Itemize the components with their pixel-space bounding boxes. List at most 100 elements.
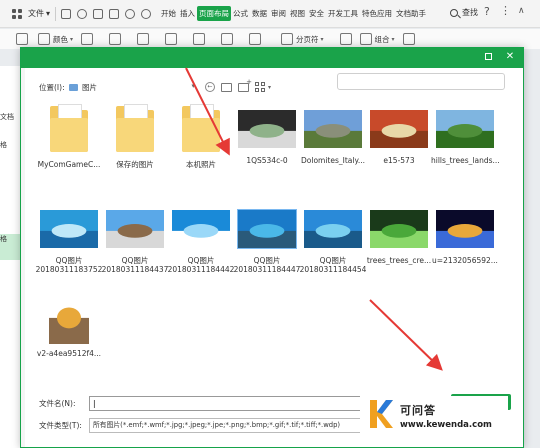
file-name: hills_trees_lands...: [431, 156, 499, 165]
color-icon[interactable]: [38, 33, 50, 45]
file-item[interactable]: 保存的图片: [101, 104, 169, 169]
save-icon[interactable]: [61, 8, 72, 19]
chevron-down-icon: ▾: [391, 35, 395, 43]
file-item[interactable]: QQ图片 20180311184447: [233, 204, 301, 274]
file-menu-label: 文件: [28, 9, 44, 18]
file-item[interactable]: 本机照片: [167, 104, 235, 169]
location-select[interactable]: 图片 ▾: [69, 81, 195, 93]
size-icon[interactable]: [165, 33, 178, 45]
tab-6[interactable]: 视图: [288, 6, 307, 21]
image-thumbnail: [237, 209, 297, 249]
file-item[interactable]: QQ图片 20180311184454: [299, 204, 367, 274]
search-label: 查找: [462, 8, 478, 17]
maximize-icon[interactable]: [481, 50, 495, 64]
rotate-icon[interactable]: [402, 33, 415, 45]
sidebar-label: 文档: [0, 113, 14, 121]
tab-5[interactable]: 审阅: [269, 6, 288, 21]
tab-7[interactable]: 安全: [307, 6, 326, 21]
app-search[interactable]: 查找: [450, 7, 478, 18]
file-name-line2: 20180311184447: [233, 265, 301, 274]
app-grid-icon[interactable]: [12, 8, 22, 19]
new-folder-icon[interactable]: [238, 78, 252, 92]
print-icon[interactable]: [93, 8, 104, 19]
color-button-label[interactable]: 颜色: [53, 34, 68, 45]
folder-icon: [50, 104, 88, 152]
tab-3[interactable]: 公式: [231, 6, 250, 21]
orientation-icon[interactable]: [137, 33, 150, 45]
sidebar-label: 格: [0, 141, 7, 149]
file-item[interactable]: hills_trees_lands...: [431, 104, 499, 165]
location-label: 位置(I):: [39, 82, 65, 92]
file-name: 保存的图片: [116, 160, 154, 169]
image-thumbnail: [40, 210, 98, 248]
print-preview-icon[interactable]: [109, 8, 120, 19]
help-icon[interactable]: ?: [484, 5, 490, 18]
back-icon[interactable]: ←: [205, 82, 215, 92]
file-item[interactable]: e15-573: [365, 104, 433, 165]
image-thumbnail: [370, 210, 428, 248]
close-icon[interactable]: ✕: [503, 50, 517, 64]
tab-2[interactable]: 页面布局: [197, 6, 232, 21]
tab-8[interactable]: 开发工具: [326, 6, 360, 21]
undo-icon[interactable]: [125, 8, 136, 19]
file-item[interactable]: QQ图片 20180311184442: [167, 204, 235, 274]
tab-1[interactable]: 插入: [178, 6, 197, 21]
tab-4[interactable]: 数据: [250, 6, 269, 21]
chevron-down-icon: ▾: [320, 35, 324, 43]
file-name-line2: 20180311183752: [35, 265, 103, 274]
insert-picture-dialog: ✕ 位置(I): 图片 ▾ ← ▾ MyComGameC... 保存的图片 本机照片…: [20, 47, 524, 448]
file-item[interactable]: MyComGameC...: [35, 104, 103, 169]
margins-icon[interactable]: [109, 33, 122, 45]
watermark-title: 可问答: [400, 404, 436, 417]
image-thumbnail: [49, 286, 89, 344]
image-thumbnail: [106, 210, 164, 248]
file-item[interactable]: QQ图片 20180311183752: [35, 204, 103, 274]
export-pdf-icon[interactable]: [77, 8, 88, 19]
page-break-label[interactable]: 分页符: [296, 34, 319, 45]
file-name: u=2132056592...: [432, 256, 498, 265]
file-item[interactable]: QQ图片 20180311184437: [101, 204, 169, 274]
ribbon-toolbar: 颜色 ▾ 分页符 ▾ 组合 ▾: [0, 29, 540, 49]
print-titles-icon[interactable]: [221, 33, 234, 45]
file-name: 本机照片: [186, 160, 216, 169]
tab-0[interactable]: 开始: [159, 6, 178, 21]
print-area-icon[interactable]: [193, 33, 206, 45]
chevron-down-icon: ▾: [46, 9, 51, 18]
up-folder-icon[interactable]: [221, 82, 232, 92]
file-item[interactable]: Dolomites_Italy...: [299, 104, 367, 165]
tab-10[interactable]: 文档助手: [394, 6, 428, 21]
combine-icon[interactable]: [359, 33, 372, 45]
effects-icon[interactable]: [81, 33, 94, 45]
file-name-line2: 20180311184442: [167, 265, 235, 274]
collapse-ribbon-icon[interactable]: ∧: [518, 6, 525, 16]
file-item[interactable]: u=2132056592...: [431, 204, 499, 265]
file-item[interactable]: 1QS534c-0: [233, 104, 301, 165]
theme-icon[interactable]: [16, 33, 28, 45]
align-icon[interactable]: [339, 33, 352, 45]
background-icon[interactable]: [249, 33, 262, 45]
search-input[interactable]: [337, 73, 505, 90]
image-thumbnail: [304, 210, 362, 248]
redo-icon[interactable]: [141, 8, 152, 19]
view-mode-icon[interactable]: [255, 82, 265, 92]
page-break-icon[interactable]: [281, 33, 294, 45]
filename-field[interactable]: |: [89, 396, 399, 411]
image-thumbnail: [436, 110, 494, 148]
divider: [55, 6, 57, 21]
file-name: e15-573: [383, 156, 415, 165]
tab-9[interactable]: 特色应用: [360, 6, 394, 21]
image-thumbnail: [238, 110, 296, 148]
chevron-down-icon: ▾: [70, 35, 74, 43]
filename-label: 文件名(N):: [39, 399, 76, 408]
file-name: QQ图片: [55, 256, 83, 265]
file-name-line2: 20180311184454: [299, 265, 367, 274]
file-name-line2: 20180311184437: [101, 265, 169, 274]
chevron-down-icon[interactable]: ▾: [268, 84, 271, 91]
dialog-titlebar[interactable]: ✕: [21, 48, 523, 68]
kewenda-logo-icon: [370, 400, 393, 428]
combine-label[interactable]: 组合: [375, 34, 390, 45]
file-item[interactable]: trees_trees_cre...: [365, 204, 433, 265]
file-item[interactable]: v2-a4ea9512f4...: [35, 286, 103, 358]
more-icon[interactable]: ⋮: [500, 4, 511, 17]
file-menu[interactable]: 文件 ▾: [28, 8, 50, 19]
